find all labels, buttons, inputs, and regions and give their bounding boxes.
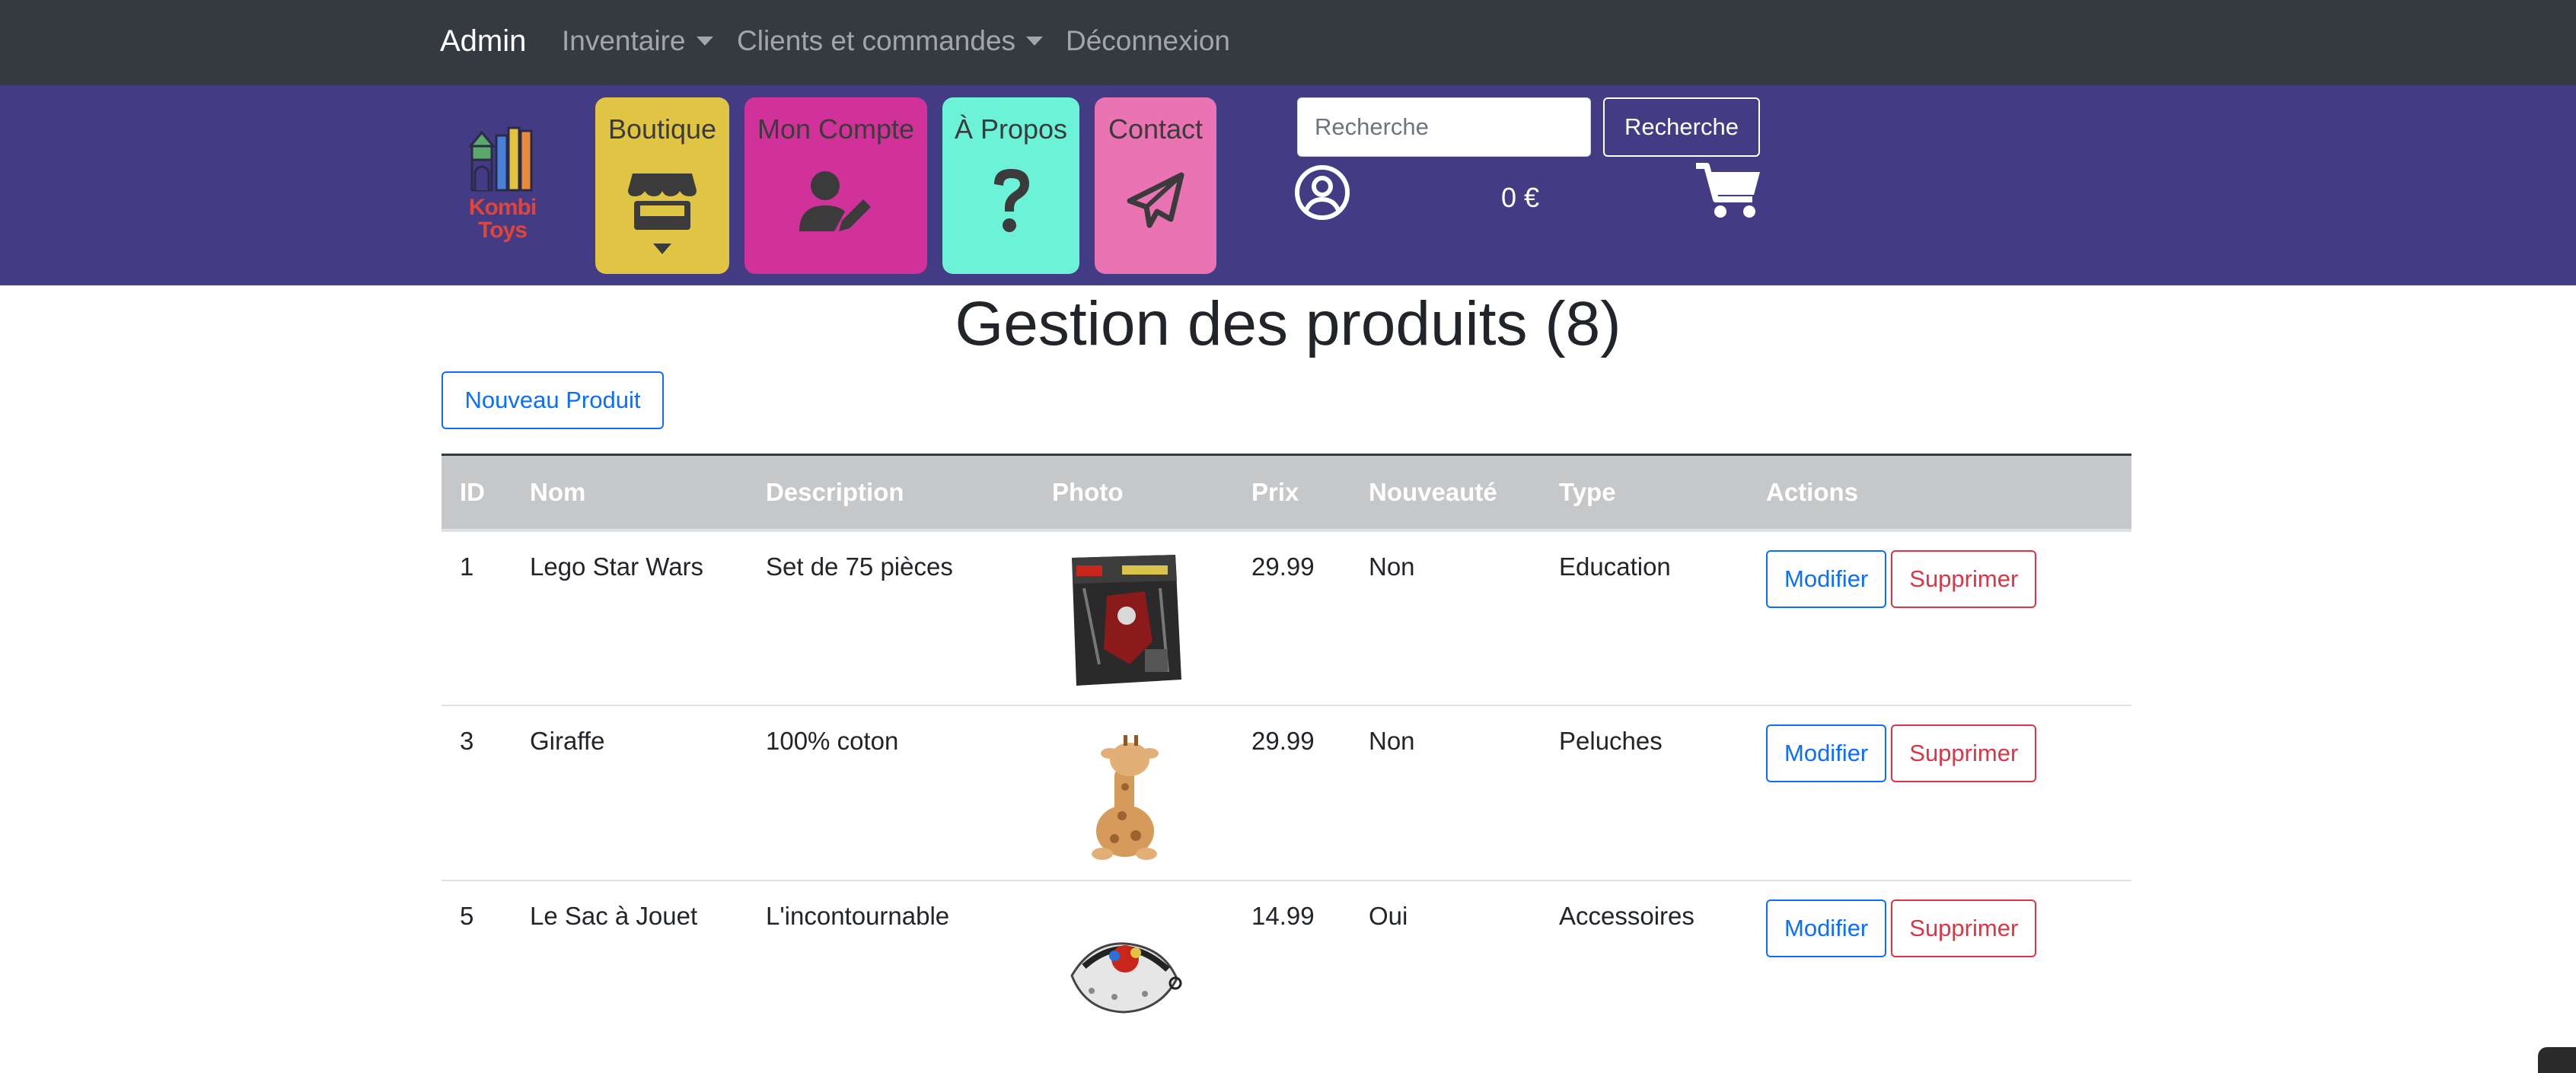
- lego-box-image: [1072, 554, 1181, 686]
- shop-header: Kombi Toys Boutique Mon Compte À Propos …: [0, 85, 2576, 285]
- cart-icon[interactable]: [1696, 161, 1761, 219]
- cell-name: Le Sac à Jouet: [530, 901, 698, 930]
- cell-description: L'incontournable: [766, 901, 950, 930]
- giraffe-plush-image: [1092, 734, 1159, 860]
- cell-name: Giraffe: [530, 726, 605, 755]
- delete-button[interactable]: Supprimer: [1891, 899, 2037, 957]
- edit-button[interactable]: Modifier: [1766, 549, 1887, 608]
- search-button[interactable]: Recherche: [1603, 97, 1760, 157]
- clients-label: Clients et commandes: [737, 25, 1016, 56]
- tile-contact[interactable]: Contact: [1095, 97, 1216, 274]
- cell-description: Set de 75 pièces: [766, 552, 953, 581]
- blocks-logo-icon: [467, 126, 533, 192]
- search-input[interactable]: [1297, 97, 1591, 157]
- col-header-type: Type: [1559, 477, 1616, 506]
- edit-button[interactable]: Modifier: [1766, 724, 1887, 782]
- col-header-prix: Prix: [1251, 477, 1299, 506]
- table-row: 1 Lego Star Wars Set de 75 pièces 29.99 …: [442, 530, 2131, 705]
- tile-a-propos-label: À Propos: [954, 113, 1068, 145]
- tile-mon-compte[interactable]: Mon Compte: [744, 97, 927, 274]
- col-header-id: ID: [460, 477, 485, 506]
- user-edit-icon: [799, 171, 871, 231]
- kombi-toys-logo[interactable]: Kombi Toys: [464, 123, 540, 253]
- cell-type: Peluches: [1559, 726, 1663, 755]
- cell-id: 1: [460, 552, 474, 581]
- cell-price: 29.99: [1251, 552, 1315, 581]
- cell-new: Non: [1369, 552, 1415, 581]
- table-row: 5 Le Sac à Jouet L'incontournable 14.99 …: [442, 880, 2131, 1055]
- delete-button[interactable]: Supprimer: [1891, 549, 2037, 608]
- admin-brand-link[interactable]: Admin: [440, 21, 526, 61]
- col-header-photo: Photo: [1052, 477, 1124, 506]
- shop-icon: [628, 174, 697, 230]
- page-title: Gestion des produits (8): [955, 289, 1621, 358]
- toy-bag-image: [1070, 941, 1182, 1014]
- cell-new: Oui: [1369, 901, 1408, 930]
- logout-link[interactable]: Déconnexion: [1066, 21, 1230, 61]
- cell-id: 3: [460, 726, 474, 755]
- cell-actions: Modifier Supprimer: [1748, 880, 2131, 1055]
- table-row: 3 Giraffe 100% coton 29.99 Non Peluches …: [442, 705, 2131, 880]
- cell-photo: [1034, 530, 1233, 705]
- cart-total: 0 €: [1501, 182, 1540, 213]
- cell-type: Accessoires: [1559, 901, 1694, 930]
- caret-down-icon: [696, 37, 713, 46]
- col-header-actions: Actions: [1766, 477, 1859, 506]
- tile-contact-label: Contact: [1108, 113, 1204, 145]
- col-header-nom: Nom: [530, 477, 586, 506]
- tile-a-propos[interactable]: À Propos: [942, 97, 1079, 274]
- tile-boutique-label: Boutique: [607, 113, 717, 145]
- cell-photo: [1034, 705, 1233, 880]
- logo-text-kombi: Kombi: [468, 195, 537, 220]
- inventaire-label: Inventaire: [562, 25, 686, 56]
- user-circle-icon[interactable]: [1294, 164, 1350, 221]
- cell-price: 29.99: [1251, 726, 1315, 755]
- products-table: ID Nom Description Photo Prix Nouveauté …: [442, 454, 2131, 1055]
- cell-actions: Modifier Supprimer: [1748, 530, 2131, 705]
- inventaire-dropdown[interactable]: Inventaire: [562, 21, 713, 61]
- caret-down-icon: [1026, 37, 1044, 46]
- question-icon: [994, 169, 1029, 232]
- table-header-row: ID Nom Description Photo Prix Nouveauté …: [442, 454, 2131, 530]
- cell-new: Non: [1369, 726, 1415, 755]
- cell-photo: [1034, 880, 1233, 1055]
- edit-button[interactable]: Modifier: [1766, 899, 1887, 957]
- caret-down-icon: [653, 244, 671, 254]
- cell-type: Education: [1559, 552, 1671, 581]
- col-header-description: Description: [766, 477, 904, 506]
- corner-widget[interactable]: [2538, 1047, 2576, 1073]
- paper-plane-icon: [1127, 172, 1184, 228]
- cell-description: 100% coton: [766, 726, 899, 755]
- cell-price: 14.99: [1251, 901, 1315, 930]
- new-product-button[interactable]: Nouveau Produit: [442, 371, 664, 429]
- cell-actions: Modifier Supprimer: [1748, 705, 2131, 880]
- admin-navbar: Admin Inventaire Clients et commandes Dé…: [0, 0, 2576, 85]
- tile-mon-compte-label: Mon Compte: [757, 113, 915, 145]
- cell-id: 5: [460, 901, 474, 930]
- col-header-nouveaute: Nouveauté: [1369, 477, 1497, 506]
- clients-dropdown[interactable]: Clients et commandes: [737, 21, 1044, 61]
- tile-boutique[interactable]: Boutique: [595, 97, 729, 274]
- logo-text-toys: Toys: [478, 218, 528, 243]
- delete-button[interactable]: Supprimer: [1891, 724, 2037, 782]
- cell-name: Lego Star Wars: [530, 552, 704, 581]
